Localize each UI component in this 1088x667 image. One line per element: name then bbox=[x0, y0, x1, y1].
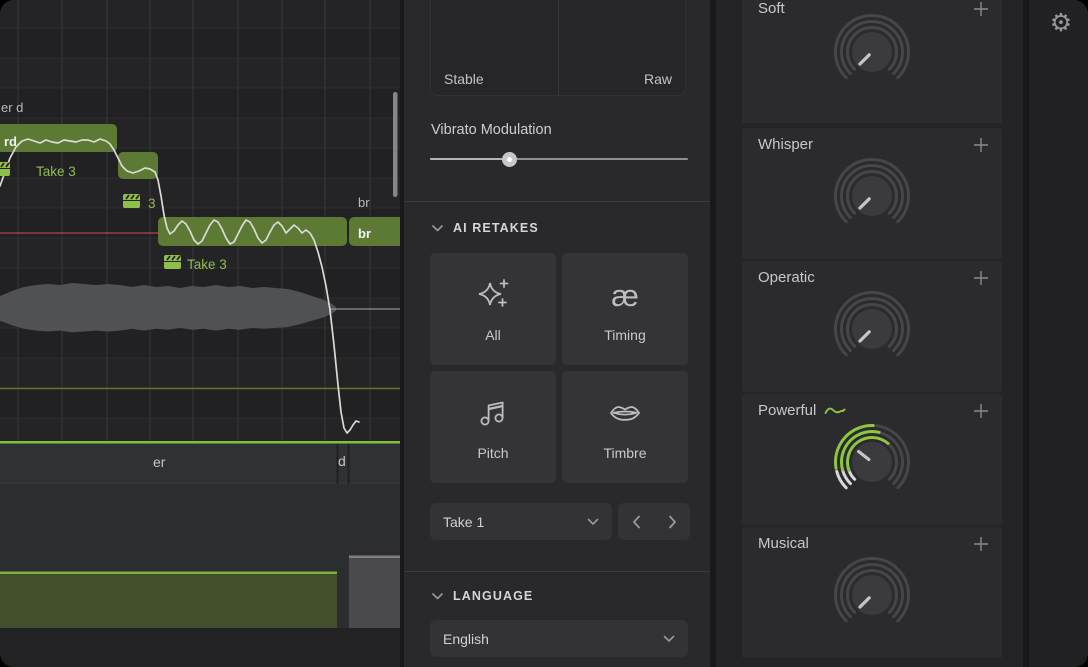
add-preset-button plus-icon[interactable] bbox=[972, 269, 990, 287]
note-label: br bbox=[358, 226, 371, 241]
language-header[interactable]: LANGUAGE bbox=[432, 589, 533, 603]
retake-all-button[interactable]: All bbox=[430, 253, 556, 365]
preset-knob[interactable] bbox=[807, 146, 937, 248]
ai-retakes-tiles: All æ Timing Pitch bbox=[430, 253, 688, 483]
clip-green-top-border bbox=[0, 572, 337, 575]
retake-timbre-button[interactable]: Timbre bbox=[562, 371, 688, 483]
lyric-fragment: er d bbox=[1, 100, 23, 115]
preset-card-whisper[interactable]: Whisper bbox=[742, 128, 1002, 259]
morph-left-label: Stable bbox=[444, 71, 484, 87]
music-note-icon bbox=[473, 393, 513, 433]
preset-label: Whisper bbox=[758, 136, 813, 153]
note-br[interactable] bbox=[349, 217, 400, 246]
phoneme-cell[interactable]: d bbox=[338, 453, 346, 469]
add-preset-button plus-icon[interactable] bbox=[972, 136, 990, 154]
chevron-down-icon bbox=[663, 635, 675, 643]
take-label[interactable]: Take 3 bbox=[187, 257, 227, 272]
morph-right-label: Raw bbox=[644, 71, 672, 87]
retake-timing-label: Timing bbox=[604, 327, 646, 343]
clapperboard-icon[interactable] bbox=[123, 194, 140, 208]
chevron-down-icon bbox=[432, 593, 443, 600]
slider-track-filled bbox=[430, 158, 510, 160]
editor-bottom-area bbox=[0, 628, 400, 667]
language-select-dropdown[interactable]: English bbox=[430, 620, 688, 657]
clapperboard-icon[interactable] bbox=[164, 255, 181, 269]
note-label: rd bbox=[4, 134, 17, 149]
preset-card-operatic[interactable]: Operatic bbox=[742, 261, 1002, 392]
clip-gray-top-border bbox=[349, 556, 400, 559]
right-sidebar bbox=[1029, 0, 1088, 667]
clip-gray[interactable] bbox=[349, 558, 400, 628]
chevron-down-icon bbox=[587, 518, 599, 526]
lane-separator-green bbox=[0, 441, 400, 444]
retake-pitch-label: Pitch bbox=[477, 445, 508, 461]
app-window: er d rd Take 3 3 br br bbox=[0, 0, 1088, 667]
settings-gear-icon[interactable]: ⚙ bbox=[1046, 8, 1076, 38]
preset-knob[interactable] bbox=[807, 412, 937, 514]
clip-green[interactable] bbox=[0, 574, 337, 628]
language-title: LANGUAGE bbox=[453, 589, 533, 603]
preset-card-soft[interactable]: Soft bbox=[742, 0, 1002, 123]
preset-knob[interactable] bbox=[807, 279, 937, 381]
note[interactable] bbox=[158, 217, 347, 246]
vibrato-modulation-label: Vibrato Modulation bbox=[431, 122, 552, 138]
take-nav-buttons bbox=[618, 503, 690, 540]
add-preset-button plus-icon[interactable] bbox=[972, 0, 990, 18]
audio-waveform bbox=[0, 283, 336, 332]
take-select-dropdown[interactable]: Take 1 bbox=[430, 503, 612, 540]
slider-thumb[interactable] bbox=[502, 152, 517, 167]
phoneme-ae-icon: æ bbox=[611, 275, 639, 315]
preset-label: Soft bbox=[758, 0, 785, 17]
voice-controls-panel: Stable Raw Vibrato Modulation AI RETAKES bbox=[404, 0, 710, 667]
preset-label: Musical bbox=[758, 535, 809, 552]
ai-retakes-title: AI RETAKES bbox=[453, 221, 539, 235]
retake-timbre-label: Timbre bbox=[603, 445, 646, 461]
vertical-scrollbar[interactable] bbox=[393, 92, 398, 197]
take-count: 3 bbox=[148, 196, 156, 211]
voice-presets-panel: Soft Whisper Operatic Powerful Musical bbox=[716, 0, 1023, 667]
phoneme-cell[interactable]: er bbox=[153, 454, 166, 470]
add-preset-button plus-icon[interactable] bbox=[972, 535, 990, 553]
take-label[interactable]: Take 3 bbox=[36, 164, 76, 179]
morph-pad-divider bbox=[558, 0, 559, 95]
vibrato-modulation-slider[interactable] bbox=[430, 151, 688, 167]
preset-card-musical[interactable]: Musical bbox=[742, 527, 1002, 658]
phoneme-hint: br bbox=[358, 195, 370, 210]
retake-all-label: All bbox=[485, 327, 501, 343]
piano-roll-editor[interactable]: er d rd Take 3 3 br br bbox=[0, 0, 400, 667]
ai-retakes-header[interactable]: AI RETAKES bbox=[432, 221, 539, 235]
clapperboard-icon[interactable] bbox=[0, 162, 10, 176]
preset-knob[interactable] bbox=[807, 545, 937, 647]
chevron-left-icon prev-take-button[interactable] bbox=[632, 515, 641, 529]
add-preset-button plus-icon[interactable] bbox=[972, 402, 990, 420]
note[interactable] bbox=[118, 152, 158, 179]
chevron-down-icon bbox=[432, 225, 443, 232]
note[interactable] bbox=[0, 124, 117, 152]
editor-canvas[interactable]: er d rd Take 3 3 br br bbox=[0, 0, 400, 667]
language-select-value: English bbox=[443, 631, 489, 647]
preset-card-powerful[interactable]: Powerful bbox=[742, 394, 1002, 525]
preset-knob[interactable] bbox=[807, 2, 937, 104]
take-select-value: Take 1 bbox=[443, 514, 484, 530]
retake-timing-button[interactable]: æ Timing bbox=[562, 253, 688, 365]
section-divider bbox=[404, 201, 710, 202]
chevron-right-icon next-take-button[interactable] bbox=[668, 515, 677, 529]
stable-raw-morph-pad[interactable]: Stable Raw bbox=[430, 0, 686, 96]
lips-icon bbox=[605, 393, 645, 433]
sparkle-plus-icon bbox=[473, 275, 513, 315]
section-divider bbox=[404, 571, 710, 572]
retake-pitch-button[interactable]: Pitch bbox=[430, 371, 556, 483]
